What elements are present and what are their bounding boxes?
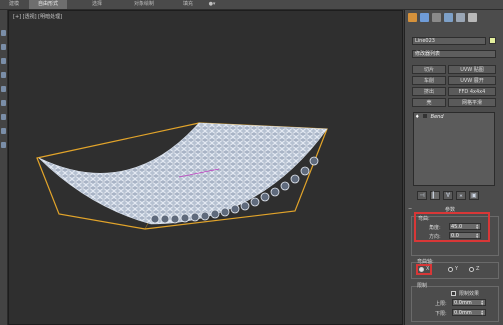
tool-icon[interactable]: [1, 114, 6, 120]
tool-icon[interactable]: [1, 100, 6, 106]
spinner-arrows-icon[interactable]: ▲ ▼: [476, 224, 480, 230]
lower-limit-label: 下限:: [435, 311, 447, 317]
show-end-result-icon[interactable]: ▎: [430, 191, 440, 200]
direction-value[interactable]: 0.0: [451, 233, 459, 239]
stack-item-bend[interactable]: ♦ Bend: [415, 114, 493, 121]
perspective-viewport[interactable]: [+] [透视] [明暗处理]: [8, 10, 403, 325]
angle-spinner[interactable]: 45.0 ▲ ▼: [449, 223, 481, 230]
axis-z-label: Z: [476, 266, 480, 272]
object-name-field[interactable]: Line023: [412, 37, 486, 45]
axis-x-radio[interactable]: [419, 267, 424, 272]
command-panel: Line023 修改器列表 切片 UVW 贴图 车削 UVW 展开 挤出 FFD…: [404, 10, 503, 325]
modifier-stack[interactable]: ♦ Bend: [413, 112, 495, 186]
upper-limit-spinner[interactable]: 0.0mm ▲ ▼: [452, 299, 486, 306]
expand-icon[interactable]: [423, 114, 428, 118]
remove-modifier-icon[interactable]: ⁎: [456, 191, 466, 200]
pin-stack-icon[interactable]: ⊣: [417, 191, 427, 200]
modify-tab-icon[interactable]: [420, 13, 429, 22]
tool-icon[interactable]: [1, 128, 6, 134]
bent-mesh-object[interactable]: [9, 11, 403, 325]
limit-effect-checkbox[interactable]: [451, 291, 456, 296]
uvw-map-button[interactable]: UVW 贴图: [448, 65, 496, 74]
spinner-arrows-icon[interactable]: ▲ ▼: [481, 300, 485, 306]
limit-effect-label: 限制效果: [459, 291, 480, 297]
lathe-button[interactable]: 车削: [412, 76, 446, 85]
axis-x-label: X: [426, 266, 430, 272]
utilities-tab-icon[interactable]: [468, 13, 477, 22]
tool-icon[interactable]: [1, 86, 6, 92]
tool-icon[interactable]: [1, 58, 6, 64]
motion-tab-icon[interactable]: [444, 13, 453, 22]
shell-button[interactable]: 壳: [412, 98, 446, 107]
object-color-swatch[interactable]: [489, 37, 496, 44]
rollout-toggle[interactable]: −: [408, 206, 412, 212]
configure-sets-icon[interactable]: ▣: [469, 191, 479, 200]
tool-icon[interactable]: [1, 72, 6, 78]
direction-label: 方向:: [429, 234, 441, 240]
upper-limit-label: 上限:: [435, 301, 447, 307]
bend-group-label: 弯曲:: [418, 216, 430, 222]
tool-icon[interactable]: [1, 44, 6, 50]
create-tab-icon[interactable]: [408, 13, 417, 22]
angle-label: 角度:: [429, 225, 441, 231]
spinner-arrows-icon[interactable]: ▲ ▼: [476, 233, 480, 239]
axis-y-label: Y: [455, 266, 459, 272]
left-toolbar: [0, 10, 8, 325]
upper-limit-value[interactable]: 0.0mm: [454, 300, 472, 306]
modifier-list-dropdown[interactable]: 修改器列表: [412, 50, 496, 58]
lightbulb-icon[interactable]: ♦: [415, 114, 419, 120]
stack-item-label: Bend: [430, 114, 444, 120]
top-menu-bar: 建模 自由形式 选择 对象绘制 填充 ●▾: [0, 0, 503, 10]
spinner-arrows-icon[interactable]: ▲ ▼: [481, 310, 485, 316]
unwrap-uvw-button[interactable]: UVW 展开: [448, 76, 496, 85]
hierarchy-tab-icon[interactable]: [432, 13, 441, 22]
display-tab-icon[interactable]: [456, 13, 465, 22]
menu-item-freeform[interactable]: 自由形式: [29, 0, 67, 9]
menu-item-populate[interactable]: 填充: [174, 0, 202, 9]
menu-item-selection[interactable]: 选择: [80, 0, 114, 9]
angle-value[interactable]: 45.0: [451, 224, 462, 230]
ffd-button[interactable]: FFD 4x4x4: [448, 87, 496, 96]
meshsmooth-button[interactable]: 网格平滑: [448, 98, 496, 107]
menu-options-dropdown[interactable]: ●▾: [204, 0, 220, 9]
slice-button[interactable]: 切片: [412, 65, 446, 74]
axis-y-radio[interactable]: [448, 267, 453, 272]
make-unique-icon[interactable]: ∀: [443, 191, 453, 200]
limits-label: 限制: [417, 283, 428, 289]
tool-icon[interactable]: [1, 30, 6, 36]
lower-limit-value[interactable]: 0.0mm: [454, 310, 472, 316]
axis-z-radio[interactable]: [469, 267, 474, 272]
lower-limit-spinner[interactable]: 0.0mm ▲ ▼: [452, 309, 486, 316]
tool-icon[interactable]: [1, 142, 6, 148]
menu-item-object-paint[interactable]: 对象绘制: [124, 0, 164, 9]
menu-item-modeling[interactable]: 建模: [0, 0, 28, 9]
direction-spinner[interactable]: 0.0 ▲ ▼: [449, 232, 481, 239]
extrude-button[interactable]: 挤出: [412, 87, 446, 96]
